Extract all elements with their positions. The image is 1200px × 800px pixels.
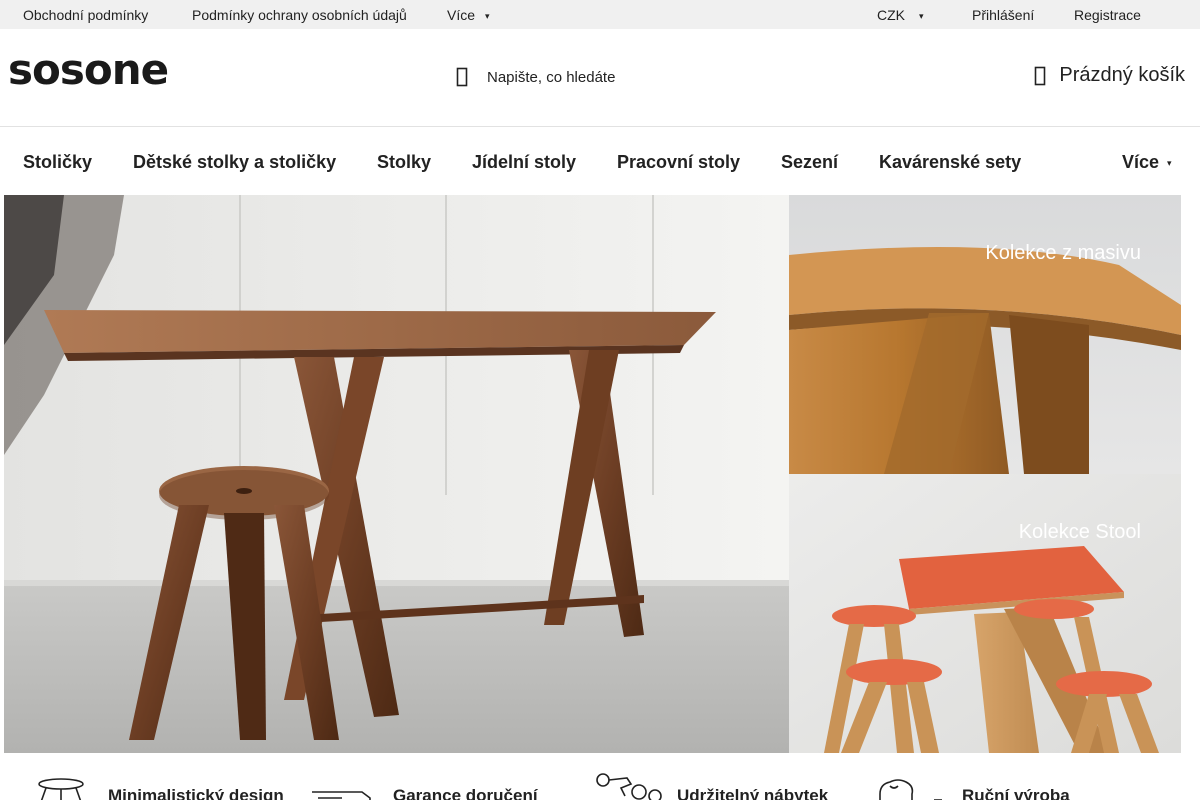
top-utility-bar: Obchodní podmínky Podmínky ochrany osobn… [0,0,1200,29]
terms-link[interactable]: Obchodní podmínky [23,7,148,23]
site-header: sosone Napište, co hledáte Prázdný košík [0,29,1200,127]
banner-stool-collection[interactable]: Kolekce Stool [789,474,1181,753]
cart-icon [1034,66,1048,86]
currency-label: CZK [877,7,905,23]
currency-select[interactable]: CZK ▾ [877,7,924,23]
feature-handmade: Ruční výroba [876,772,1070,800]
register-link[interactable]: Registrace [1074,7,1141,23]
nav-more-label: Více [1122,152,1160,172]
feature-label: Minimalistický design [108,786,284,800]
sustainability-icon [596,773,662,800]
feature-label: Udržitelný nábytek [677,786,829,800]
logo-text: sosone [8,50,168,94]
banner-caption: Kolekce Stool [1019,521,1141,543]
feature-delivery-guarantee: Garance doručení [312,772,538,800]
search-input[interactable]: Napište, co hledáte [487,69,615,86]
privacy-link[interactable]: Podmínky ochrany osobních údajů [192,7,407,23]
topbar-more-menu[interactable]: Více ▾ [447,7,490,23]
nav-item-kavarenske-sety[interactable]: Kavárenské sety [879,152,1021,173]
login-link[interactable]: Přihlášení [972,7,1034,23]
nav-more-menu[interactable]: Více ▾ [1122,152,1172,173]
walnut-table-photo [4,195,789,753]
search-icon[interactable] [452,66,472,88]
site-logo[interactable]: sosone [8,50,190,94]
nav-item-jidelni-stoly[interactable]: Jídelní stoly [472,152,576,173]
banner-solid-wood-collection[interactable]: Kolekce z masivu [789,195,1181,474]
hero-banner-main[interactable] [4,195,789,753]
nav-item-sezeni[interactable]: Sezení [781,152,838,173]
hand-icon [879,779,942,800]
main-navigation: Stoličky Dětské stolky a stoličky Stolky… [0,127,1200,195]
topbar-more-label: Více [447,7,476,23]
cart-label: Prázdný košík [1059,64,1185,86]
chevron-down-icon: ▾ [919,11,924,21]
chevron-down-icon: ▾ [1167,158,1172,168]
nav-item-stolky[interactable]: Stolky [377,152,431,173]
banner-caption: Kolekce z masivu [985,242,1141,264]
feature-label: Garance doručení [393,786,538,800]
nav-item-pracovni-stoly[interactable]: Pracovní stoly [617,152,740,173]
nav-item-detske-stolky[interactable]: Dětské stolky a stoličky [133,152,336,173]
feature-sustainable-furniture: Udržitelný nábytek [595,772,828,800]
sosone-logo: sosone [8,50,169,94]
chevron-down-icon: ▾ [485,11,490,21]
cart-button[interactable]: Prázdný košík [1034,64,1185,87]
nav-item-stolicky[interactable]: Stoličky [23,152,92,173]
search-box[interactable]: Napište, co hledáte [452,65,615,89]
delivery-truck-icon [312,791,371,800]
stool-icon [38,778,84,800]
stool-collection-photo: Kolekce Stool [789,474,1181,753]
feature-minimal-design: Minimalistický design [36,772,284,800]
solid-wood-table-photo: Kolekce z masivu [789,195,1181,474]
feature-label: Ruční výroba [962,786,1070,800]
